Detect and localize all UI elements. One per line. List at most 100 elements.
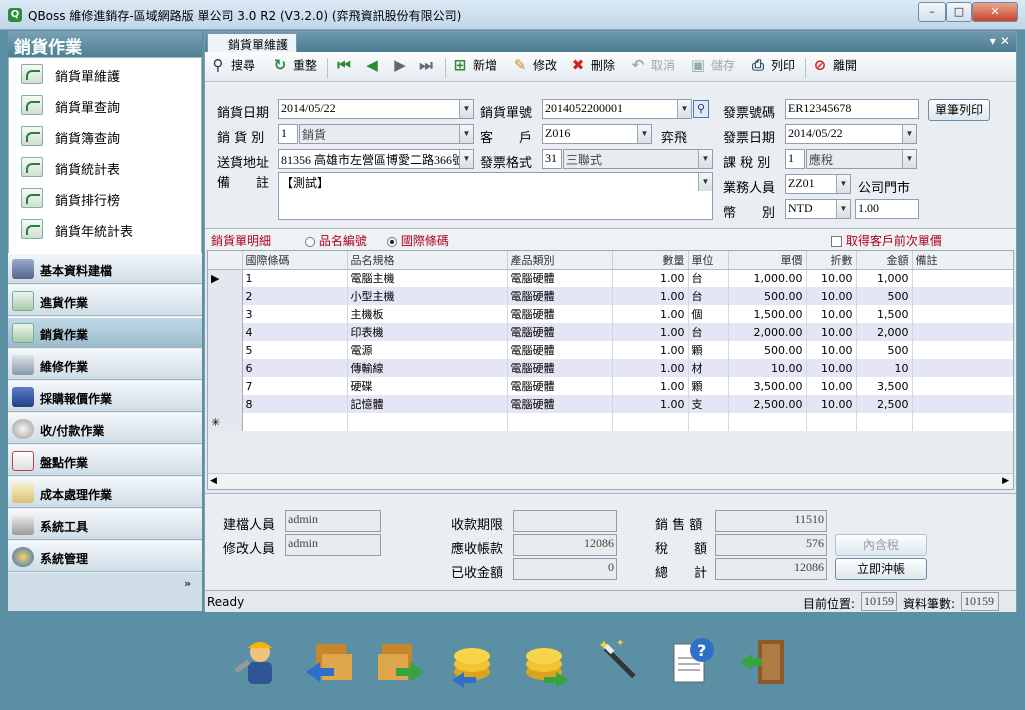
receipt-shortcut-icon[interactable] bbox=[446, 634, 500, 688]
invoice-no-field[interactable]: ER12345678 bbox=[785, 99, 919, 119]
customer-code-field[interactable]: Z016 ▼ bbox=[542, 124, 652, 144]
cell-barcode[interactable]: 6 bbox=[242, 359, 348, 377]
cell-amount[interactable]: 1,000 bbox=[856, 269, 913, 287]
cell-qty[interactable]: 1.00 bbox=[612, 305, 689, 323]
cell-discount[interactable]: 10.00 bbox=[806, 287, 857, 305]
cell-category[interactable]: 電腦硬體 bbox=[507, 341, 613, 359]
cell-barcode[interactable]: 5 bbox=[242, 341, 348, 359]
row-header[interactable] bbox=[208, 305, 243, 323]
reset-button[interactable]: ↻ 重整 bbox=[271, 56, 317, 78]
table-row[interactable]: ▶ 1 電腦主機 電腦硬體 1.00 台 1,000.00 10.00 1,000 bbox=[208, 269, 1013, 287]
cell-barcode[interactable]: 7 bbox=[242, 377, 348, 395]
cell-amount[interactable]: 1,500 bbox=[856, 305, 913, 323]
cell-amount[interactable]: 10 bbox=[856, 359, 913, 377]
cell-discount[interactable]: 10.00 bbox=[806, 323, 857, 341]
cell-discount[interactable]: 10.00 bbox=[806, 395, 857, 413]
cell-amount[interactable]: 3,500 bbox=[856, 377, 913, 395]
dropdown-arrow-icon[interactable]: ▼ bbox=[459, 150, 473, 168]
col-discount[interactable]: 折數 bbox=[806, 251, 857, 270]
cell-qty[interactable] bbox=[612, 413, 689, 431]
cell-amount[interactable]: 500 bbox=[856, 341, 913, 359]
nav-system-admin[interactable]: 系統管理 bbox=[8, 541, 202, 572]
submenu-item-sales-ranking[interactable]: 銷貨排行榜 bbox=[19, 184, 189, 212]
sales-shortcut-icon[interactable] bbox=[374, 634, 428, 688]
print-single-button[interactable]: 單筆列印 bbox=[928, 99, 990, 121]
maximize-button[interactable]: □ bbox=[946, 2, 972, 22]
last-price-checkbox[interactable]: 取得客戶前次單價 bbox=[831, 232, 942, 249]
cell-unit[interactable]: 材 bbox=[688, 359, 729, 377]
nav-procurement-quote[interactable]: 採購報價作業 bbox=[8, 381, 202, 412]
col-item-spec[interactable]: 品名規格 bbox=[347, 251, 508, 270]
invoice-format-code-field[interactable]: 31 bbox=[542, 149, 562, 169]
edit-button[interactable]: ✎ 修改 bbox=[511, 56, 557, 78]
cell-price[interactable]: 1,500.00 bbox=[728, 305, 807, 323]
row-header[interactable] bbox=[208, 359, 243, 377]
cell-barcode[interactable]: 2 bbox=[242, 287, 348, 305]
new-row-marker[interactable]: ✳ bbox=[208, 413, 243, 431]
cell-price[interactable]: 3,500.00 bbox=[728, 377, 807, 395]
invoice-date-field[interactable]: 2014/05/22 ▼ bbox=[785, 124, 917, 144]
table-row[interactable]: 3 主機板 電腦硬體 1.00 個 1,500.00 10.00 1,500 bbox=[208, 305, 1013, 323]
cell-barcode[interactable]: 1 bbox=[242, 269, 348, 287]
cell-unit[interactable]: 顆 bbox=[688, 377, 729, 395]
next-record-button[interactable]: ▶ bbox=[391, 56, 413, 78]
nav-repair[interactable]: 維修作業 bbox=[8, 349, 202, 380]
currency-field[interactable]: NTD ▼ bbox=[785, 199, 851, 219]
search-button[interactable]: ⚲ 搜尋 bbox=[209, 56, 256, 78]
radio-item-code[interactable]: 品名編號 bbox=[305, 232, 367, 249]
delete-button[interactable]: ✖ 刪除 bbox=[569, 56, 615, 78]
row-header[interactable] bbox=[208, 377, 243, 395]
nav-inventory[interactable]: 盤點作業 bbox=[8, 445, 202, 476]
cell-price[interactable]: 10.00 bbox=[728, 359, 807, 377]
first-record-button[interactable]: ⏮ bbox=[335, 56, 357, 78]
dropdown-arrow-icon[interactable]: ▼ bbox=[698, 150, 712, 168]
dropdown-arrow-icon[interactable]: ▼ bbox=[459, 125, 473, 143]
col-price[interactable]: 單價 bbox=[728, 251, 807, 270]
expand-chevron-icon[interactable]: » bbox=[184, 577, 191, 590]
cell-item-spec[interactable] bbox=[347, 413, 508, 431]
cell-discount[interactable]: 10.00 bbox=[806, 341, 857, 359]
salesperson-code-field[interactable]: ZZ01 ▼ bbox=[785, 174, 851, 194]
cell-discount[interactable]: 10.00 bbox=[806, 377, 857, 395]
cell-barcode[interactable]: 3 bbox=[242, 305, 348, 323]
minimize-button[interactable]: – bbox=[918, 2, 946, 22]
dropdown-arrow-icon[interactable]: ▼ bbox=[902, 150, 916, 168]
cell-note[interactable] bbox=[912, 269, 1013, 287]
magic-wand-shortcut-icon[interactable]: ✦ ✦ bbox=[592, 634, 646, 688]
dropdown-arrow-icon[interactable]: ▼ bbox=[637, 125, 651, 143]
table-row[interactable]: 5 電源 電腦硬體 1.00 顆 500.00 10.00 500 bbox=[208, 341, 1013, 359]
cell-category[interactable]: 電腦硬體 bbox=[507, 269, 613, 287]
save-button[interactable]: ▣ 儲存 bbox=[689, 56, 735, 78]
dropdown-arrow-icon[interactable]: ▼ bbox=[677, 100, 691, 118]
cell-item-spec[interactable]: 主機板 bbox=[347, 305, 508, 323]
cell-amount[interactable]: 2,500 bbox=[856, 395, 913, 413]
col-qty[interactable]: 數量 bbox=[612, 251, 689, 270]
row-header[interactable] bbox=[208, 323, 243, 341]
cell-note[interactable] bbox=[912, 395, 1013, 413]
cell-item-spec[interactable]: 記憶體 bbox=[347, 395, 508, 413]
cell-qty[interactable]: 1.00 bbox=[612, 341, 689, 359]
cell-qty[interactable]: 1.00 bbox=[612, 323, 689, 341]
dropdown-arrow-icon[interactable]: ▼ bbox=[902, 125, 916, 143]
cell-category[interactable]: 電腦硬體 bbox=[507, 323, 613, 341]
nav-cost[interactable]: 成本處理作業 bbox=[8, 477, 202, 508]
cell-category[interactable]: 電腦硬體 bbox=[507, 287, 613, 305]
tax-type-name-field[interactable]: 應稅 ▼ bbox=[806, 149, 917, 169]
address-field[interactable]: 81356 高雄市左營區博愛二路366號 ▼ bbox=[278, 149, 474, 169]
cell-unit[interactable]: 支 bbox=[688, 395, 729, 413]
remark-field[interactable]: 【測試】 ▼ bbox=[278, 172, 713, 220]
new-row[interactable]: ✳ bbox=[208, 413, 1013, 431]
cell-item-spec[interactable]: 印表機 bbox=[347, 323, 508, 341]
col-amount[interactable]: 金額 bbox=[856, 251, 913, 270]
cell-unit[interactable]: 台 bbox=[688, 323, 729, 341]
cell-qty[interactable]: 1.00 bbox=[612, 395, 689, 413]
lookup-search-icon[interactable]: ⚲ bbox=[693, 100, 709, 118]
nav-sales[interactable]: 銷貨作業 bbox=[8, 317, 202, 348]
cell-category[interactable]: 電腦硬體 bbox=[507, 377, 613, 395]
col-barcode[interactable]: 國際條碼 bbox=[242, 251, 348, 270]
cell-unit[interactable]: 台 bbox=[688, 269, 729, 287]
cell-item-spec[interactable]: 傳輸線 bbox=[347, 359, 508, 377]
exchange-rate-field[interactable]: 1.00 bbox=[855, 199, 919, 219]
horizontal-scrollbar[interactable]: ◀ ▶ bbox=[208, 473, 1013, 489]
help-shortcut-icon[interactable]: ? bbox=[666, 634, 720, 688]
